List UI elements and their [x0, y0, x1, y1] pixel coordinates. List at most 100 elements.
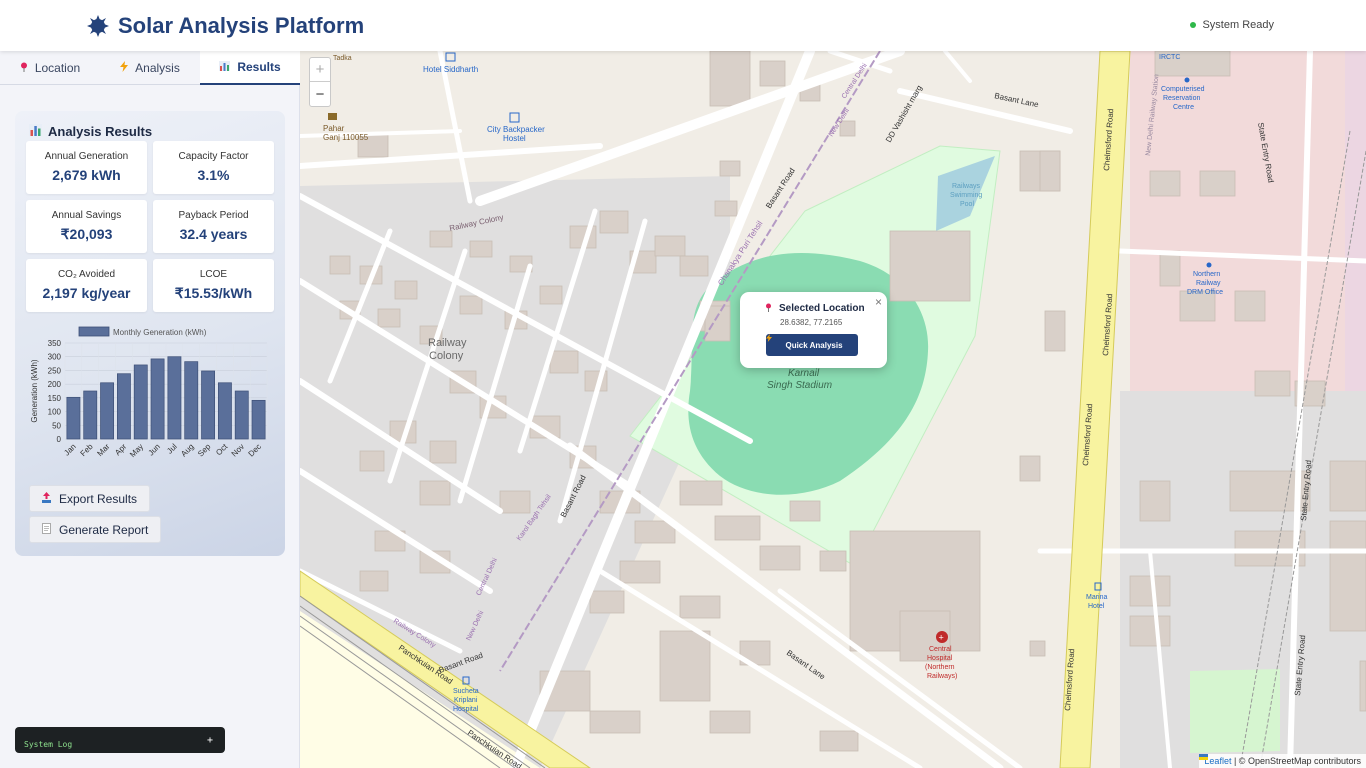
sun-logo-icon: [87, 15, 109, 37]
x-tick-label: Jun: [147, 442, 162, 457]
label-drm: Northern: [1193, 271, 1220, 278]
x-tick-label: Mar: [95, 442, 111, 458]
bar: [251, 399, 266, 440]
app-header: Solar Analysis Platform System Ready: [0, 0, 1366, 51]
tab-results-label: Results: [237, 60, 281, 74]
label-hospital: (Northern: [925, 664, 955, 671]
tab-location-label: Location: [34, 61, 81, 75]
x-tick-label: Jul: [165, 442, 179, 456]
label-railway-pool: Railways: [952, 183, 981, 190]
map-attribution: Leaflet | © OpenStreetMap contributors: [1199, 754, 1366, 768]
document-icon: [42, 522, 51, 537]
monthly-generation-chart: Monthly Generation (kWh) 0 50 100 150 200 250 3…: [29, 325, 273, 475]
metric-value: ₹20,093: [60, 226, 113, 242]
zoom-out-button[interactable]: −: [310, 82, 330, 106]
railway-station-area: [1130, 51, 1366, 391]
expand-icon[interactable]: +: [207, 735, 213, 746]
hospital-cross-icon: +: [939, 633, 944, 643]
label-irctc: IRCTC: [1159, 54, 1180, 61]
metric-label: Annual Generation: [44, 151, 129, 162]
quick-analysis-button[interactable]: Quick Analysis: [766, 334, 858, 356]
zoom-in-button[interactable]: +: [310, 58, 330, 82]
label-sucheta: Sucheta: [453, 688, 479, 695]
metric-lcoe: LCOE ₹15.53/kWh: [153, 259, 274, 312]
legend-swatch: [78, 326, 110, 337]
y-tick-label: 250: [48, 366, 62, 375]
system-log-bar[interactable]: System Log +: [15, 727, 225, 753]
metric-value: 3.1%: [197, 167, 230, 183]
metric-annual-savings: Annual Savings ₹20,093: [26, 200, 147, 253]
y-tick-label: 100: [48, 408, 62, 417]
label-hospital: Railways): [927, 673, 957, 680]
export-results-button[interactable]: Export Results: [29, 485, 151, 512]
label-sucheta: Hospital: [453, 706, 479, 713]
metric-capacity-factor: Capacity Factor 3.1%: [153, 141, 274, 194]
bar: [150, 358, 165, 440]
bar: [117, 373, 131, 440]
hotel-icon: [509, 112, 520, 123]
status-text: System Ready: [1202, 19, 1274, 31]
post-office-icon: [328, 113, 337, 120]
label-drm: DRM Office: [1187, 289, 1223, 296]
x-tick-label: Oct: [214, 442, 230, 458]
bar-chart-icon: [29, 124, 42, 139]
label-railway-colony: Colony: [429, 350, 464, 362]
bar: [100, 382, 114, 440]
popup-title: Selected Location: [779, 303, 865, 314]
x-tick-label: Sep: [196, 442, 213, 459]
metric-annual-generation: Annual Generation 2,679 kWh: [26, 141, 147, 194]
chart-svg: Monthly Generation (kWh) 0 50 100 150 200 250 3…: [30, 326, 268, 459]
tab-analysis[interactable]: Analysis: [100, 51, 200, 85]
system-status: System Ready: [1190, 19, 1274, 31]
metric-value: 2,197 kg/year: [42, 285, 131, 301]
label-stadium: Karnail: [788, 368, 820, 379]
bar-chart-icon: [219, 60, 231, 74]
map-canvas: Hotel Siddharth City Backpacker Hostel P…: [300, 51, 1366, 768]
legend-label: Monthly Generation (kWh): [113, 328, 207, 337]
export-icon: [42, 491, 51, 506]
metric-label: Annual Savings: [51, 210, 122, 221]
bar: [83, 390, 98, 440]
zoom-control: + −: [309, 57, 331, 107]
label-basant-lane: Basant Lane: [994, 91, 1040, 109]
bar: [234, 390, 249, 440]
status-dot-icon: [1190, 22, 1197, 28]
metric-value: ₹15.53/kWh: [174, 285, 253, 301]
y-tick-label: 150: [48, 394, 62, 403]
label-tadka: Tadka: [333, 55, 352, 62]
x-tick-label: Jan: [62, 442, 77, 457]
tab-results[interactable]: Results: [200, 51, 300, 85]
label-computerised: Computerised: [1161, 86, 1205, 93]
x-tick-label: Dec: [247, 442, 263, 458]
poi-dot-icon: [1206, 262, 1212, 268]
quick-analysis-label: Quick Analysis: [785, 340, 843, 350]
y-tick-label: 50: [52, 421, 61, 430]
x-tick-label: Aug: [179, 442, 195, 458]
lightning-icon: [120, 61, 129, 75]
label-railway-pool: Pool: [960, 201, 974, 208]
x-tick-label: Apr: [113, 442, 128, 457]
close-icon[interactable]: ×: [875, 295, 882, 309]
leaflet-link[interactable]: Leaflet: [1204, 756, 1231, 766]
label-reservation: Reservation: [1163, 95, 1200, 102]
y-axis-label: Generation (kWh): [30, 359, 39, 422]
export-results-label: Export Results: [59, 491, 138, 506]
label-railway-pool: Swimming: [950, 192, 982, 199]
popup-coordinates: 28.6382, 77.2165: [780, 318, 843, 327]
metric-label: LCOE: [199, 269, 228, 280]
x-tick-label: Feb: [79, 442, 96, 459]
generate-report-button[interactable]: Generate Report: [29, 516, 162, 543]
label-hospital: Central: [929, 646, 952, 653]
label-pahar-ganj: Pahar: [323, 124, 345, 133]
tab-bar: Location Analysis Results: [0, 51, 300, 85]
bar: [201, 370, 215, 440]
metric-co2-avoided: CO₂ Avoided 2,197 kg/year: [26, 259, 147, 312]
x-tick-label: Nov: [230, 442, 246, 458]
tab-location[interactable]: Location: [0, 51, 100, 85]
park-area: [1190, 669, 1280, 753]
results-panel: Analysis Results Annual Generation 2,679…: [15, 111, 285, 556]
label-basant-lane: Basant Lane: [785, 648, 827, 681]
map-view[interactable]: Hotel Siddharth City Backpacker Hostel P…: [300, 51, 1366, 768]
metric-value: 32.4 years: [179, 226, 248, 242]
metric-value: 2,679 kWh: [52, 167, 121, 183]
